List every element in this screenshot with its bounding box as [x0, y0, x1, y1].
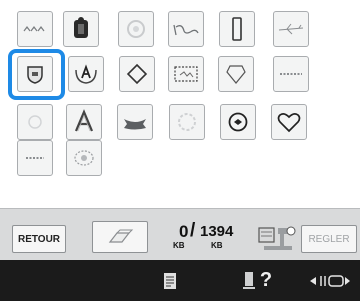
ribbon-banner-icon — [124, 119, 146, 130]
eraser-icon — [108, 229, 134, 243]
list-document-icon — [164, 272, 176, 289]
pattern-tile-monogram-block[interactable] — [63, 11, 99, 47]
heart-badge-outline-icon — [226, 65, 246, 84]
help-button[interactable]: ? — [232, 260, 282, 301]
selection-highlight — [8, 49, 65, 100]
dotted-line-icon — [280, 73, 302, 75]
certificate-frame-icon — [174, 66, 198, 82]
faint-circle-icon — [28, 115, 42, 129]
pattern-tile-faint-ring[interactable] — [169, 104, 205, 140]
faint-ring-icon — [178, 113, 196, 131]
diamond-outline-icon — [126, 63, 148, 85]
regler-button[interactable]: REGLER — [301, 225, 357, 253]
pattern-tile-faint-sun[interactable] — [118, 11, 154, 47]
ornamental-medallion-icon — [74, 150, 94, 166]
round-emblem-icon — [228, 112, 248, 132]
faint-sun-icon — [127, 20, 145, 38]
retour-button[interactable]: RETOUR — [12, 225, 66, 253]
pattern-tile-dotted-band[interactable] — [17, 11, 53, 47]
retour-label: RETOUR — [17, 233, 61, 245]
airplane-sketch-icon — [278, 23, 304, 35]
pattern-tile-ornate-letter-a[interactable] — [66, 104, 102, 140]
memory-used-unit: KB — [173, 241, 185, 250]
memory-separator: / — [190, 220, 196, 241]
pattern-tile-diamond-outline[interactable] — [119, 56, 155, 92]
arrows-spool-icon — [310, 274, 350, 287]
list-view-button[interactable] — [150, 260, 190, 301]
machine-status — [256, 224, 298, 254]
help-label: ? — [259, 269, 273, 291]
memory-total: 1394 — [200, 223, 234, 240]
thread-trim-button[interactable] — [304, 260, 356, 301]
pattern-tile-crest-letter-a[interactable] — [68, 56, 104, 92]
tall-frame-icon — [232, 17, 242, 41]
monogram-block-icon — [74, 17, 88, 38]
pattern-tile-heart-badge-outline[interactable] — [218, 56, 254, 92]
cursive-script-icon — [173, 24, 199, 36]
pattern-tile-airplane-sketch[interactable] — [273, 11, 309, 47]
dotted-short-icon — [26, 157, 44, 159]
pattern-tile-ornamental-medallion[interactable] — [66, 140, 102, 176]
dotted-band-icon — [23, 26, 45, 32]
pattern-tile-ribbon-banner[interactable] — [117, 104, 153, 140]
pattern-tile-faint-circle[interactable] — [17, 104, 53, 140]
pattern-grid — [0, 0, 360, 176]
machine-help-icon — [242, 271, 255, 289]
memory-indicator: 0 KB / 1394 KB — [171, 220, 253, 254]
pattern-tile-heart-outline[interactable] — [271, 104, 307, 140]
pattern-tile-round-emblem[interactable] — [220, 104, 256, 140]
crest-letter-a-icon — [75, 64, 97, 84]
sewing-machine-icon — [258, 226, 296, 250]
pattern-tile-tall-frame[interactable] — [219, 11, 255, 47]
bottom-bar: ? — [0, 260, 360, 301]
eraser-button[interactable] — [92, 221, 148, 253]
pattern-tile-dotted-line[interactable] — [273, 56, 309, 92]
memory-total-unit: KB — [211, 241, 223, 250]
pattern-tile-certificate-frame[interactable] — [168, 56, 204, 92]
heart-outline-icon — [277, 113, 301, 133]
ornate-letter-a-icon — [74, 109, 94, 132]
memory-used: 0 — [179, 222, 189, 241]
regler-label: REGLER — [308, 233, 350, 245]
pattern-tile-dotted-short[interactable] — [17, 140, 53, 176]
pattern-tile-cursive-script[interactable] — [168, 11, 204, 47]
